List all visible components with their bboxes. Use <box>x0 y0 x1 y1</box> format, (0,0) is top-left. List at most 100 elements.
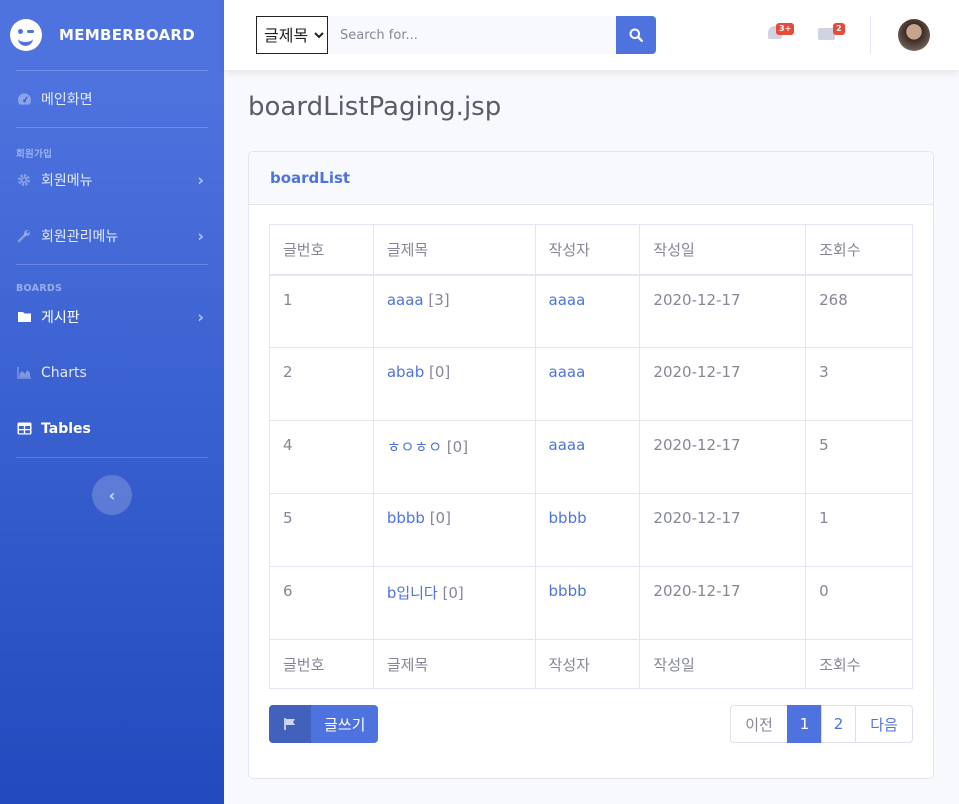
post-number: 5 <box>269 493 374 567</box>
post-date: 2020-12-17 <box>639 347 807 421</box>
post-views: 268 <box>805 274 913 348</box>
search-button[interactable] <box>616 16 656 54</box>
post-writer-link[interactable]: bbbb <box>549 509 587 527</box>
card-header: boardList <box>249 152 933 205</box>
avatar[interactable] <box>898 19 930 51</box>
search-icon <box>629 28 643 42</box>
column-header: 글번호 <box>269 224 374 276</box>
card-title: boardList <box>270 169 351 187</box>
folder-icon <box>16 310 32 324</box>
table-icon <box>16 422 32 436</box>
sidebar-toggle-button[interactable]: ‹ <box>92 475 132 515</box>
comment-count: [0] <box>429 363 451 381</box>
table-header-row: 글번호 글제목 작성자 작성일 조회수 <box>269 224 913 276</box>
write-post-button[interactable]: 글쓰기 <box>269 705 379 743</box>
post-title-cell: aaaa [3] <box>372 274 536 348</box>
sidebar-item-member-menu[interactable]: 회원메뉴 › <box>0 152 224 208</box>
tachometer-icon <box>16 92 32 106</box>
sidebar-item-admin-menu[interactable]: 회원관리메뉴 › <box>0 208 224 264</box>
brand-link[interactable]: MEMBERBOARD <box>0 0 224 70</box>
post-writer-cell: aaaa <box>534 420 641 494</box>
post-views: 5 <box>805 420 913 494</box>
sidebar-item-label: Tables <box>41 421 91 437</box>
post-writer-link[interactable]: aaaa <box>549 291 586 309</box>
sidebar-heading-boards: BOARDS <box>16 283 63 294</box>
post-title-link[interactable]: b입니다 <box>387 584 438 602</box>
post-date: 2020-12-17 <box>639 493 807 567</box>
post-writer-cell: aaaa <box>534 347 641 421</box>
table-row: 2 abab [0] aaaa 2020-12-17 3 <box>269 347 913 421</box>
pagination-prev[interactable]: 이전 <box>730 705 788 743</box>
page-title: boardListPaging.jsp <box>248 92 502 122</box>
laugh-wink-icon <box>10 19 42 51</box>
post-views: 3 <box>805 347 913 421</box>
messages-badge: 2 <box>833 23 845 35</box>
sidebar-item-label: 회원관리메뉴 <box>41 229 119 245</box>
column-header: 조회수 <box>805 224 913 276</box>
sidebar-item-tables[interactable]: Tables <box>0 401 224 457</box>
comment-count: [0] <box>442 584 464 602</box>
brand-name: MEMBERBOARD <box>59 26 196 44</box>
pagination: 이전 1 2 다음 <box>730 705 913 743</box>
sidebar-item-label: 회원메뉴 <box>41 173 93 189</box>
post-title-link[interactable]: abab <box>387 363 424 381</box>
post-title-link[interactable]: ㅎㅇㅎㅇ <box>387 438 442 456</box>
search-type-select[interactable]: 글제목 <box>256 16 328 54</box>
post-title-cell: ㅎㅇㅎㅇ [0] <box>372 420 536 494</box>
chevron-right-icon: › <box>197 226 204 246</box>
post-writer-link[interactable]: aaaa <box>549 363 586 381</box>
post-title-cell: bbbb [0] <box>372 493 536 567</box>
column-footer: 글제목 <box>372 639 536 689</box>
column-footer: 글번호 <box>269 639 374 689</box>
sidebar-item-label: 메인화면 <box>41 92 93 108</box>
search-input[interactable] <box>328 16 616 54</box>
alerts-dropdown[interactable]: 3+ <box>767 23 795 42</box>
board-card: boardList 글번호 글제목 작성자 작성일 조회수 1 aaaa [3]… <box>248 151 934 779</box>
sidebar-divider <box>16 457 208 458</box>
post-writer-link[interactable]: bbbb <box>549 582 587 600</box>
post-date: 2020-12-17 <box>639 566 807 640</box>
write-post-label: 글쓰기 <box>324 715 366 734</box>
sidebar-item-label: Charts <box>41 365 87 381</box>
chart-area-icon <box>16 366 32 380</box>
post-title-cell: abab [0] <box>372 347 536 421</box>
sidebar-item-charts[interactable]: Charts <box>0 345 224 401</box>
comment-count: [0] <box>446 438 469 456</box>
post-writer-cell: bbbb <box>534 493 641 567</box>
table-row: 1 aaaa [3] aaaa 2020-12-17 268 <box>269 274 913 348</box>
comment-count: [3] <box>428 290 450 309</box>
post-writer-cell: aaaa <box>534 274 641 348</box>
board-table: 글번호 글제목 작성자 작성일 조회수 1 aaaa [3] aaaa 2020… <box>269 224 913 689</box>
chevron-right-icon: › <box>197 170 204 190</box>
post-title-link[interactable]: bbbb <box>387 509 425 527</box>
sidebar-heading-member: 회원가입 <box>16 149 53 160</box>
sidebar: MEMBERBOARD 메인화면 회원가입 회원메뉴 › 회원관리메뉴 › BO… <box>0 0 224 804</box>
pagination-page[interactable]: 1 <box>787 705 822 743</box>
post-date: 2020-12-17 <box>639 420 807 494</box>
sidebar-item-label: 게시판 <box>41 310 80 326</box>
column-footer: 조회수 <box>805 639 913 689</box>
table-row: 6 b입니다 [0] bbbb 2020-12-17 0 <box>269 566 913 640</box>
gear-icon <box>16 173 32 187</box>
search-form: 글제목 <box>256 16 656 54</box>
sidebar-item-dashboard[interactable]: 메인화면 <box>0 71 224 127</box>
column-header: 글제목 <box>372 224 536 276</box>
post-title-cell: b입니다 [0] <box>372 566 536 640</box>
chevron-right-icon: › <box>197 307 204 327</box>
column-header: 작성자 <box>534 224 641 276</box>
table-row: 4 ㅎㅇㅎㅇ [0] aaaa 2020-12-17 5 <box>269 420 913 494</box>
post-writer-link[interactable]: aaaa <box>549 436 586 454</box>
pagination-next[interactable]: 다음 <box>855 705 913 743</box>
post-views: 1 <box>805 493 913 567</box>
post-title-link[interactable]: aaaa <box>387 291 424 309</box>
messages-dropdown[interactable]: 2 <box>818 23 845 42</box>
post-number: 1 <box>269 274 374 348</box>
pagination-page[interactable]: 2 <box>821 705 856 743</box>
sidebar-item-board[interactable]: 게시판 › <box>0 289 224 345</box>
column-header: 작성일 <box>639 224 807 276</box>
post-writer-cell: bbbb <box>534 566 641 640</box>
post-number: 6 <box>269 566 374 640</box>
table-row: 5 bbbb [0] bbbb 2020-12-17 1 <box>269 493 913 567</box>
post-date: 2020-12-17 <box>639 274 807 348</box>
wrench-icon <box>16 229 32 243</box>
